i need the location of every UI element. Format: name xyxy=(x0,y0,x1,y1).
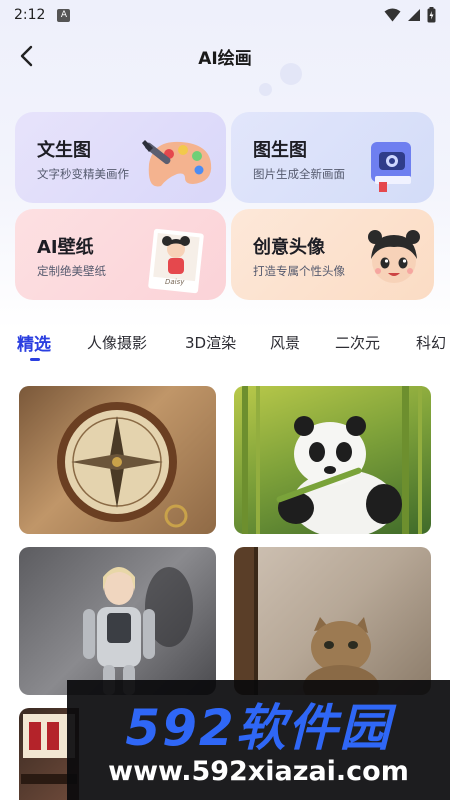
watermark-brand: 592软件园 xyxy=(125,699,392,757)
photo-caption: Daisy xyxy=(165,278,185,286)
tab-scifi[interactable]: 科幻 xyxy=(416,332,446,353)
card-title: 创意头像 xyxy=(253,237,325,258)
card-title: AI壁纸 xyxy=(37,237,94,258)
tab-landscape[interactable]: 风景 xyxy=(270,332,300,353)
decor-bubble xyxy=(259,83,272,96)
tab-3d-render[interactable]: 3D渲染 xyxy=(185,332,236,353)
card-subtitle: 文字秒变精美画作 xyxy=(37,167,129,181)
watermark-url: www.592xiazai.com xyxy=(108,756,409,787)
palette-icon xyxy=(142,140,212,187)
status-time: 2:12 xyxy=(14,7,46,23)
category-tabs: 精选 人像摄影 3D渲染 风景 二次元 科幻 xyxy=(0,324,450,364)
card-subtitle: 打造专属个性头像 xyxy=(253,264,345,278)
cartoon-avatar-icon xyxy=(368,230,420,283)
tab-featured[interactable]: 精选 xyxy=(17,330,51,355)
page-title: AI绘画 xyxy=(198,49,252,69)
notification-icon: A xyxy=(57,8,71,22)
creative-avatar-card[interactable]: 创意头像 打造专属个性头像 xyxy=(231,209,434,300)
robot-woman-image xyxy=(83,567,193,695)
compass-image xyxy=(19,386,216,534)
cat-image xyxy=(234,547,379,695)
gallery-item-panda[interactable] xyxy=(234,386,431,534)
signal-icon xyxy=(408,9,420,21)
gallery-item-robot-woman[interactable] xyxy=(19,547,216,695)
card-title: 文生图 xyxy=(37,140,91,161)
status-icons xyxy=(384,7,436,23)
wifi-icon xyxy=(384,8,401,22)
ai-wallpaper-card[interactable]: AI壁纸 定制绝美壁纸 Daisy xyxy=(15,209,226,300)
battery-icon xyxy=(427,7,436,23)
gallery-item-cat[interactable] xyxy=(234,547,431,695)
card-subtitle: 图片生成全新画面 xyxy=(253,167,345,181)
text-to-image-card[interactable]: 文生图 文字秒变精美画作 xyxy=(15,112,226,203)
active-tab-indicator xyxy=(30,358,40,361)
image-to-image-card[interactable]: 图生图 图片生成全新画面 xyxy=(231,112,434,203)
card-title: 图生图 xyxy=(253,140,307,161)
watermark-overlay: 592软件园 www.592xiazai.com xyxy=(67,680,450,800)
nav-bar: AI绘画 xyxy=(0,36,450,76)
status-bar: 2:12 A xyxy=(0,0,450,30)
camera-book-icon xyxy=(371,142,411,192)
panda-image xyxy=(242,386,422,534)
card-subtitle: 定制绝美壁纸 xyxy=(37,264,106,278)
tab-portrait[interactable]: 人像摄影 xyxy=(87,332,147,353)
tab-anime[interactable]: 二次元 xyxy=(335,332,380,353)
gallery-item-compass[interactable] xyxy=(19,386,216,534)
